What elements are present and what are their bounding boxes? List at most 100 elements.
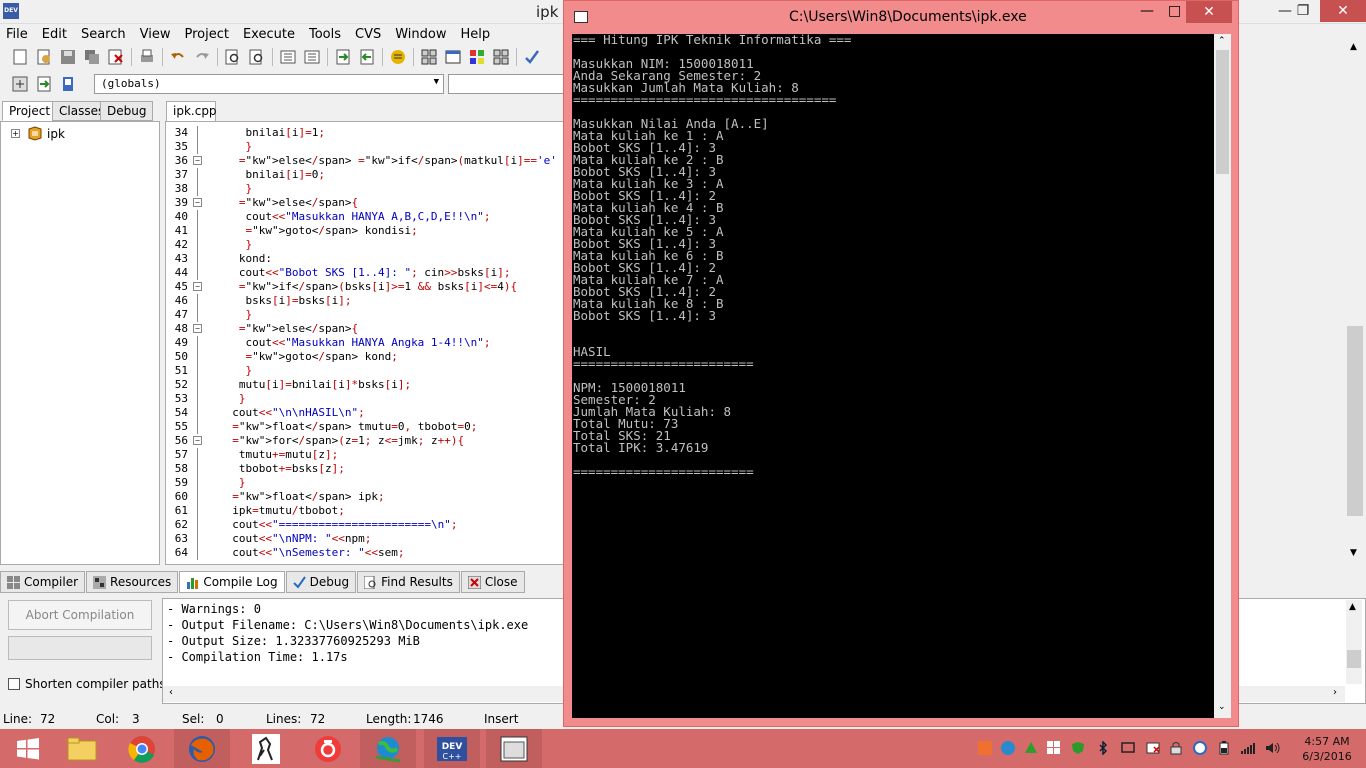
remove-from-project-icon[interactable] xyxy=(357,47,377,67)
code-line[interactable]: 47 } xyxy=(166,308,564,322)
code-line[interactable]: 37 bnilai[i]=0; xyxy=(166,168,564,182)
wifi-signal-icon[interactable] xyxy=(1241,741,1255,755)
fold-toggle-icon[interactable]: − xyxy=(193,198,202,207)
open-file-icon[interactable] xyxy=(34,47,54,67)
code-line[interactable]: 41 ="kw">goto</span> kondisi; xyxy=(166,224,564,238)
shorten-paths-checkbox[interactable] xyxy=(8,678,20,690)
tab-resources[interactable]: Resources xyxy=(86,571,179,593)
code-line[interactable]: 49 cout<<"Masukkan HANYA Angka 1-4!!\n"; xyxy=(166,336,564,350)
console-maximize-icon[interactable]: □ xyxy=(1168,3,1181,19)
shorten-paths-option[interactable]: Shorten compiler paths xyxy=(8,677,166,691)
code-line[interactable]: 54 cout<<"\n\nHASIL\n"; xyxy=(166,406,564,420)
scope-combo[interactable]: (globals) ▼ xyxy=(94,74,444,94)
toggle-bookmark-icon[interactable] xyxy=(58,74,78,94)
log-vertical-scrollbar[interactable]: ▲ xyxy=(1346,600,1362,684)
camera-app[interactable] xyxy=(300,729,356,768)
tray-display-icon[interactable] xyxy=(1121,741,1135,755)
scroll-down-icon[interactable]: ⌄ xyxy=(1218,702,1226,712)
menu-file[interactable]: File xyxy=(6,27,28,42)
code-line[interactable]: 43 kond: xyxy=(166,252,564,266)
code-line[interactable]: 52 mutu[i]=bnilai[i]*bsks[i]; xyxy=(166,378,564,392)
scroll-up-icon[interactable]: ▲ xyxy=(1350,42,1357,52)
menu-search[interactable]: Search xyxy=(81,27,126,42)
code-line[interactable]: 36− ="kw">else</span> ="kw">if</span>(ma… xyxy=(166,154,564,168)
tray-update-icon[interactable] xyxy=(1193,741,1207,755)
new-file-icon[interactable] xyxy=(10,47,30,67)
check-syntax-icon[interactable] xyxy=(522,47,542,67)
menu-view[interactable]: View xyxy=(140,27,171,42)
code-line[interactable]: 39− ="kw">else</span>{ xyxy=(166,196,564,210)
code-line[interactable]: 42 } xyxy=(166,238,564,252)
code-line[interactable]: 55 ="kw">float</span> tmutu=0, tbobot=0; xyxy=(166,420,564,434)
globe-app[interactable] xyxy=(360,729,416,768)
menu-window[interactable]: Window xyxy=(395,27,446,42)
tab-close[interactable]: Close xyxy=(460,571,525,593)
start-button[interactable] xyxy=(0,729,56,768)
scroll-down-icon[interactable]: ▼ xyxy=(1350,548,1357,558)
expand-icon[interactable]: + xyxy=(11,129,20,138)
tab-find-results[interactable]: Find Results xyxy=(357,571,460,593)
firefox-app[interactable] xyxy=(174,729,230,768)
code-line[interactable]: 40 cout<<"Masukkan HANYA A,B,C,D,E!!\n"; xyxy=(166,210,564,224)
tray-recycle-icon[interactable] xyxy=(1024,741,1038,755)
menu-edit[interactable]: Edit xyxy=(42,27,67,42)
menu-cvs[interactable]: CVS xyxy=(355,27,381,42)
menu-execute[interactable]: Execute xyxy=(243,27,295,42)
tab-debug-bottom[interactable]: Debug xyxy=(285,571,357,593)
menu-project[interactable]: Project xyxy=(184,27,228,42)
chrome-app[interactable] xyxy=(114,729,170,768)
goto-icon[interactable] xyxy=(10,74,30,94)
fold-toggle-icon[interactable]: − xyxy=(193,324,202,333)
code-line[interactable]: 34 bnilai[i]=1; xyxy=(166,126,564,140)
tray-globe-icon[interactable] xyxy=(1001,741,1015,755)
code-line[interactable]: 63 cout<<"\nNPM: "<<npm; xyxy=(166,532,564,546)
fold-toggle-icon[interactable]: − xyxy=(193,282,202,291)
code-line[interactable]: 56− ="kw">for</span>(z=1; z<=jmk; z++){ xyxy=(166,434,564,448)
file-explorer-app[interactable] xyxy=(54,729,110,768)
abort-compilation-button[interactable]: Abort Compilation xyxy=(8,600,152,630)
tab-compile-log[interactable]: Compile Log xyxy=(179,571,285,593)
tree-item-ipk[interactable]: ipk xyxy=(47,127,65,141)
tray-crop-icon[interactable] xyxy=(978,741,992,755)
scroll-left-icon[interactable]: ‹ xyxy=(169,687,173,698)
compile-run-icon[interactable] xyxy=(467,47,487,67)
tab-project[interactable]: Project xyxy=(2,101,58,121)
editor-scroll-thumb[interactable] xyxy=(1347,326,1363,516)
project-options-icon[interactable] xyxy=(388,47,408,67)
run-icon[interactable] xyxy=(443,47,463,67)
menu-help[interactable]: Help xyxy=(461,27,491,42)
log-scroll-thumb[interactable] xyxy=(1347,650,1361,668)
code-line[interactable]: 59 } xyxy=(166,476,564,490)
dino-app[interactable] xyxy=(238,729,294,768)
tray-action-center-icon[interactable] xyxy=(1146,741,1160,755)
code-line[interactable]: 57 tmutu+=mutu[z]; xyxy=(166,448,564,462)
code-line[interactable]: 53 } xyxy=(166,392,564,406)
console-scrollbar[interactable]: ⌃ ⌄ xyxy=(1214,34,1231,718)
code-line[interactable]: 62 cout<<"=======================\n"; xyxy=(166,518,564,532)
code-line[interactable]: 35 } xyxy=(166,140,564,154)
print-icon[interactable] xyxy=(137,47,157,67)
indent-icon[interactable] xyxy=(278,47,298,67)
code-line[interactable]: 50 ="kw">goto</span> kond; xyxy=(166,350,564,364)
undo-icon[interactable] xyxy=(168,47,188,67)
code-editor[interactable]: 34 bnilai[i]=1; 35 } 36− ="kw">else</span>… xyxy=(165,121,565,565)
fold-toggle-icon[interactable]: − xyxy=(193,436,202,445)
taskbar-clock[interactable]: 4:57 AM 6/3/2016 xyxy=(1292,734,1362,764)
code-line[interactable]: 64 cout<<"\nSemester: "<<sem; xyxy=(166,546,564,560)
editor-tab-ipk-cpp[interactable]: ipk.cpp xyxy=(166,101,217,121)
menu-tools[interactable]: Tools xyxy=(309,27,341,42)
code-line[interactable]: 38 } xyxy=(166,182,564,196)
tab-debug[interactable]: Debug xyxy=(100,101,154,121)
scroll-up-icon[interactable]: ▲ xyxy=(1349,602,1356,612)
fold-toggle-icon[interactable]: − xyxy=(193,156,202,165)
battery-icon[interactable] xyxy=(1217,741,1231,755)
close-icon[interactable]: ✕ xyxy=(1320,0,1366,22)
code-line[interactable]: 61 ipk=tmutu/tbobot; xyxy=(166,504,564,518)
save-all-icon[interactable] xyxy=(82,47,102,67)
add-to-project-icon[interactable] xyxy=(333,47,353,67)
tray-windows-icon[interactable] xyxy=(1047,741,1061,755)
console-close-icon[interactable]: ✕ xyxy=(1186,1,1232,23)
console-scroll-thumb[interactable] xyxy=(1216,50,1229,174)
member-combo[interactable] xyxy=(448,74,568,94)
replace-icon[interactable] xyxy=(247,47,267,67)
